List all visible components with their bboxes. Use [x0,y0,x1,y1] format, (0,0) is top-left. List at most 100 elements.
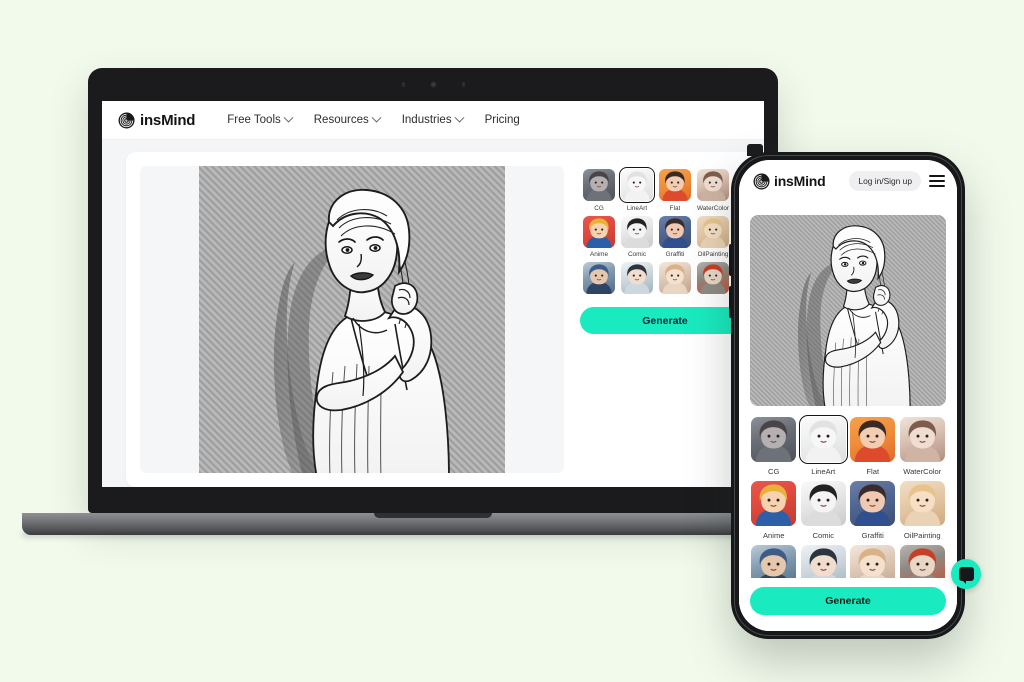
style-label: Flat [669,204,681,212]
style-label: Graffiti [665,251,685,258]
style-thumbnail [697,215,729,248]
phone-style-comic[interactable]: Comic [800,481,848,540]
spiral-logo-icon [118,112,135,128]
phone-style-graffiti[interactable]: Graffiti [849,481,897,540]
phone-mockup: insMind Log in/Sign up CG LineArt Flat W… [728,144,981,639]
laptop-style-comic[interactable]: Comic [618,215,656,258]
style-thumbnail [583,169,615,201]
portrait-artwork [199,166,505,473]
style-thumbnail [899,481,945,526]
phone-brand-logo[interactable]: insMind [753,173,826,190]
nav-label: Pricing [484,114,520,126]
style-thumbnail [850,481,896,526]
nav-item-pricing[interactable]: Pricing [485,114,520,126]
nav-label: Free Tools [227,114,281,126]
laptop-style-lineart[interactable]: LineArt [618,166,656,212]
style-thumbnail [850,417,896,462]
phone-style-watercolor[interactable]: WaterColor [899,417,947,476]
style-label: CG [594,204,604,212]
laptop-style-extra-8[interactable] [580,262,618,294]
phone-generate-button[interactable]: Generate [750,587,946,615]
style-grid: CG LineArt Flat WaterColor Anime Comic Graffit… [580,166,750,298]
style-thumbnail [618,166,656,204]
style-thumbnail [621,262,653,294]
phone-screen: insMind Log in/Sign up CG LineArt Flat W… [739,160,957,631]
phone-volume-up-button [728,244,732,276]
laptop-mockup: insMind Free Tools Resources Industries [22,68,844,537]
chevron-down-icon [283,112,294,123]
style-thumbnail [800,481,846,526]
style-thumbnail [697,262,729,294]
style-thumbnail [697,169,729,201]
laptop-style-extra-11[interactable] [694,262,732,294]
phone-header: insMind Log in/Sign up [739,160,957,202]
style-thumbnail [659,169,691,201]
style-thumbnail [751,481,797,526]
chat-bubble-icon [958,567,974,584]
phone-volume-down-button [728,286,732,318]
scene: insMind Free Tools Resources Industries [0,0,1024,682]
nav-item-resources[interactable]: Resources [313,112,382,126]
style-thumbnail [899,417,945,462]
style-thumbnail [583,215,615,248]
site-header: insMind Free Tools Resources Industries [102,101,764,140]
laptop-style-oilpainting[interactable]: OilPainting [694,215,732,258]
style-thumbnail [659,262,691,294]
spiral-logo-icon [753,173,770,189]
phone-style-flat[interactable]: Flat [849,417,897,476]
style-panel: CG LineArt Flat WaterColor Anime Comic Graffit… [580,166,750,473]
chat-widget-button[interactable] [951,559,981,589]
sensor-icon [401,82,405,87]
style-thumbnail [621,215,653,248]
style-label: Comic [627,251,647,258]
nav-label: Industries [401,114,452,126]
main-nav: Free Tools Resources Industries Pricing [227,112,520,126]
nav-label: Resources [313,114,369,126]
style-thumbnail [797,414,849,465]
phone-style-oilpainting[interactable]: OilPainting [899,481,947,540]
phone-brand-name: insMind [774,173,826,189]
generate-button[interactable]: Generate [580,307,750,334]
style-label: LineArt [626,204,648,212]
chevron-down-icon [371,112,382,123]
nav-item-free-tools[interactable]: Free Tools [227,112,294,126]
style-label: OilPainting [697,251,729,258]
brand-logo[interactable]: insMind [118,112,195,129]
phone-style-anime[interactable]: Anime [750,481,798,540]
nav-item-industries[interactable]: Industries [401,112,465,126]
phone-style-cg[interactable]: CG [750,417,798,476]
chevron-down-icon [454,112,465,123]
style-label: WaterColor [696,204,730,212]
style-label: CG [768,467,780,476]
laptop-top-bezel [88,68,778,101]
phone-footer: Generate [739,578,957,631]
app-card: CG LineArt Flat WaterColor Anime Comic Graffit… [126,152,764,487]
laptop-style-watercolor[interactable]: WaterColor [694,169,732,212]
style-label: Anime [762,531,785,540]
generated-image-preview[interactable] [199,166,505,473]
laptop-style-extra-10[interactable] [656,262,694,294]
portrait-artwork [750,215,946,406]
style-thumbnail [659,215,691,248]
style-thumbnail [751,417,797,462]
style-thumbnail [583,262,615,294]
indicator-light-icon [461,82,465,87]
style-label: LineArt [811,467,836,476]
phone-style-lineart[interactable]: LineArt [797,414,849,476]
phone-top-button [747,144,763,156]
style-label: Anime [589,251,609,258]
login-signup-button[interactable]: Log in/Sign up [849,171,921,191]
laptop-style-graffiti[interactable]: Graffiti [656,215,694,258]
laptop-style-flat[interactable]: Flat [656,169,694,212]
app-body: CG LineArt Flat WaterColor Anime Comic Graffit… [102,140,764,487]
style-label: WaterColor [903,467,942,476]
laptop-style-extra-9[interactable] [618,262,656,294]
laptop-style-anime[interactable]: Anime [580,215,618,258]
phone-generated-image-preview[interactable] [750,215,946,406]
webcam-icon [429,81,437,88]
laptop-style-cg[interactable]: CG [580,169,618,212]
style-label: Comic [812,531,835,540]
image-preview-pane [140,166,564,473]
brand-name: insMind [140,111,196,129]
hamburger-menu-icon[interactable] [929,175,945,187]
